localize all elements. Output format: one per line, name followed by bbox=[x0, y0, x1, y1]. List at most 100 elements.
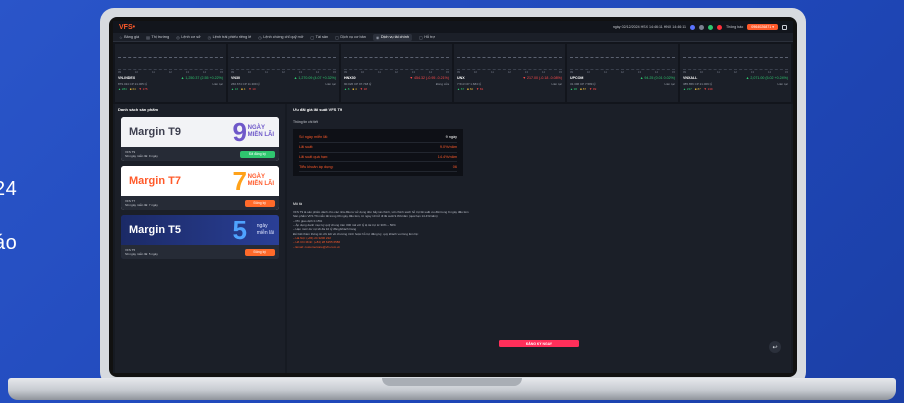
app-logo[interactable]: VFS• bbox=[119, 24, 135, 31]
index-name: VN30 bbox=[231, 76, 240, 80]
product-card-2[interactable]: Margin T7 7 NGÀY MIỄN LÃI VFS T7 Số ngày miễn… bbox=[121, 166, 279, 210]
index-card[interactable]: 09 10 11 12 13 14 15 VN-INDEX ▲ 1,250.37 (2.55 +… bbox=[115, 44, 226, 102]
product-card-3[interactable]: Margin T5 5 ngày miễn lãi VFS T5 Số ngày miễn… bbox=[121, 215, 279, 259]
product-footer: VFS T5 Số ngày miễn lãi: 5 ngày Đăng ký bbox=[121, 245, 279, 259]
tick-label: 13 bbox=[751, 71, 754, 74]
nav-item-3[interactable]: ◷ Lệnh trái phiếu riêng lẻ bbox=[208, 35, 252, 40]
unchanged: ■ 87 bbox=[694, 87, 701, 91]
nav-item-0[interactable]: ☆ Bảng giá bbox=[119, 35, 139, 40]
chat-support-icon[interactable]: ↩ bbox=[769, 341, 781, 353]
tick-label: 13 bbox=[638, 71, 641, 74]
reference-line bbox=[231, 57, 336, 58]
menu-icon[interactable] bbox=[782, 24, 787, 30]
notification-label[interactable]: Thông báo bbox=[726, 25, 743, 29]
description-title: Mô tả bbox=[293, 202, 302, 207]
index-card[interactable]: 09 10 11 12 13 14 15 VN30 ▲ 1,270.09 (4.07 +0.32… bbox=[228, 44, 339, 102]
index-change: ▼ 217.00 (-0.18 -0.08%) bbox=[522, 76, 562, 80]
nav-item-7[interactable]: ◉ Dịch vụ tài chính bbox=[372, 33, 412, 41]
free-days-number: 7 bbox=[232, 166, 247, 196]
laptop-lid: VFS• ngày 02/12/2024 HSX 14:46:11 HNX 14… bbox=[100, 8, 806, 386]
logo-accent: • bbox=[132, 23, 136, 31]
index-change: ▲ 2,071.00 (5.02 +0.24%) bbox=[745, 76, 788, 80]
description-line: – Email: customercare@vfs.com.vn bbox=[293, 244, 341, 249]
product-register-button[interactable]: Đăng ký bbox=[244, 199, 275, 207]
product-title: Margin T9 bbox=[129, 126, 181, 138]
nav-label: Dịch vụ cơ bản bbox=[340, 35, 366, 39]
nav-label: Dịch vụ tài chính bbox=[380, 35, 409, 39]
nav-item-1[interactable]: ▤ Thị trường bbox=[146, 35, 169, 40]
index-mini-chart bbox=[344, 46, 449, 70]
index-breadth: ▲ 16 ■ 4 ▼ 10 bbox=[231, 87, 336, 91]
unchanged: ■ 64 bbox=[129, 87, 136, 91]
product-title: Margin T7 bbox=[129, 175, 181, 187]
nav-item-4[interactable]: ◷ Lệnh chứng chỉ quỹ mở bbox=[258, 35, 303, 40]
tick-label: 12 bbox=[281, 71, 285, 74]
product-register-button[interactable]: Đã đăng ký bbox=[239, 150, 275, 158]
index-row: UPCOM ▲ 94.25 (0.01 0.02%) bbox=[570, 76, 675, 80]
free-days-number: 5 bbox=[232, 215, 247, 245]
tick-label: 11 bbox=[717, 71, 720, 74]
advancers: ▲ 96 bbox=[570, 87, 578, 91]
decliners: ▼ 99 bbox=[589, 87, 597, 91]
index-card[interactable]: 09 10 11 12 13 14 15 UPCOM ▲ 94.25 (0.01 0.02%) 3… bbox=[567, 44, 678, 102]
index-row: UNX ▼ 217.00 (-0.18 -0.08%) bbox=[457, 76, 562, 80]
product-register-button[interactable]: Đăng ký bbox=[244, 248, 275, 256]
index-card[interactable]: 09 10 11 12 13 14 15 VNXALL ▲ 2,071.00 (5.02 +0.… bbox=[680, 44, 791, 102]
main-content: Danh sách sản phẩm Margin T9 9 NGÀY MIỄN LÃ… bbox=[113, 104, 793, 373]
nav-item-2[interactable]: ◎ Lệnh cơ sở bbox=[176, 35, 200, 40]
index-volume-row: 7.513 CP 1.684 tỷ Liên tục bbox=[457, 82, 562, 86]
decliners: ▼ 18 bbox=[359, 87, 367, 91]
nav-item-8[interactable]: ▢ Hỗ trợ bbox=[419, 35, 435, 40]
tick-label: 09 bbox=[344, 71, 347, 74]
tick-label: 12 bbox=[394, 71, 398, 74]
unchanged: ■ 4 bbox=[352, 87, 357, 91]
info-value: 14.4%/năm bbox=[437, 154, 457, 159]
nav-label: Lệnh trái phiếu riêng lẻ bbox=[212, 35, 252, 39]
theme-icon[interactable] bbox=[690, 24, 696, 30]
index-breadth: ▲ 237 ■ 87 ▼ 139 bbox=[683, 87, 788, 91]
index-status: Đóng cửa bbox=[435, 81, 449, 86]
index-row: VN-INDEX ▲ 1,250.37 (2.55 +0.22%) bbox=[118, 76, 223, 80]
advancers: ▲ 237 bbox=[683, 87, 692, 91]
tick-label: 12 bbox=[168, 71, 172, 74]
index-card[interactable]: 09 10 11 12 13 14 15 UNX ▼ 217.00 (-0.18 -0.08%)… bbox=[454, 44, 565, 102]
nav-label: Lệnh cơ sở bbox=[181, 35, 201, 39]
index-breadth: ▲ 96 ■ 87 ▼ 99 bbox=[570, 87, 675, 91]
tick-label: 15 bbox=[446, 71, 449, 74]
info-row: Lãi suất quá hạn: 14.4%/năm bbox=[299, 153, 457, 163]
info-row: Số ngày miễn lãi: 9 ngày bbox=[299, 133, 457, 143]
nav-item-5[interactable]: ▢ Tài sản bbox=[310, 35, 328, 40]
nav-item-6[interactable]: ▢ Dịch vụ cơ bản bbox=[335, 35, 366, 40]
decliners: ▼ 10 bbox=[248, 87, 256, 91]
language-icon[interactable] bbox=[699, 24, 705, 30]
notification-icon[interactable] bbox=[717, 24, 723, 30]
free-days-number: 9 bbox=[232, 117, 247, 147]
info-value: 9.0%/năm bbox=[439, 145, 457, 150]
tick-label: 15 bbox=[333, 71, 336, 74]
tick-label: 14 bbox=[655, 71, 658, 74]
nav-icon: ▢ bbox=[310, 34, 315, 40]
register-now-button[interactable]: ĐĂNG KÝ NGAY bbox=[499, 340, 579, 347]
nav-icon: ◷ bbox=[258, 34, 262, 40]
account-button[interactable]: 0964026871 ▾ bbox=[747, 24, 778, 30]
logo-text: VFS bbox=[119, 23, 133, 31]
top-bar: VFS• ngày 02/12/2024 HSX 14:46:11 HNX 14… bbox=[113, 21, 793, 33]
decliners: ▼ 175 bbox=[138, 87, 148, 91]
free-days-label-1: NGÀY bbox=[247, 174, 265, 180]
product-detail-panel: Ưu đãi giá lãi suất VFS T9 Thông tin chi… bbox=[287, 104, 791, 373]
time-ticks: 09 10 11 12 13 14 15 bbox=[457, 71, 562, 74]
laptop-bezel: VFS• ngày 02/12/2024 HSX 14:46:11 HNX 14… bbox=[109, 17, 797, 377]
product-meta: VFS T7 Số ngày miễn lãi: 7 ngày bbox=[125, 199, 158, 207]
session-time: ngày 02/12/2024 HSX 14:46:11 HNX 14:46:1… bbox=[612, 25, 687, 29]
product-card-1[interactable]: Margin T9 9 NGÀY MIỄN LÃI VFS T9 Số ngày miễn… bbox=[121, 117, 279, 161]
product-banner: Margin T7 7 NGÀY MIỄN LÃI bbox=[121, 166, 279, 196]
index-strip: 09 10 11 12 13 14 15 VN-INDEX ▲ 1,250.37 (2.55 +… bbox=[113, 42, 793, 104]
time-ticks: 09 10 11 12 13 14 15 bbox=[570, 71, 675, 74]
index-card[interactable]: 09 10 11 12 13 14 15 HNX30 ▼ 454.32 (-0.95 -0.21… bbox=[341, 44, 452, 102]
nav-icon: ▢ bbox=[418, 34, 423, 40]
nav-label: Lệnh chứng chỉ quỹ mở bbox=[263, 35, 304, 39]
info-label: Lãi suất quá hạn: bbox=[299, 154, 329, 159]
index-volume: 260.674 CP 11.309 tỷ bbox=[231, 81, 260, 86]
product-footer: VFS T9 Số ngày miễn lãi: 9 ngày Đã đăng ký bbox=[121, 147, 279, 161]
tick-label: 15 bbox=[672, 71, 675, 74]
